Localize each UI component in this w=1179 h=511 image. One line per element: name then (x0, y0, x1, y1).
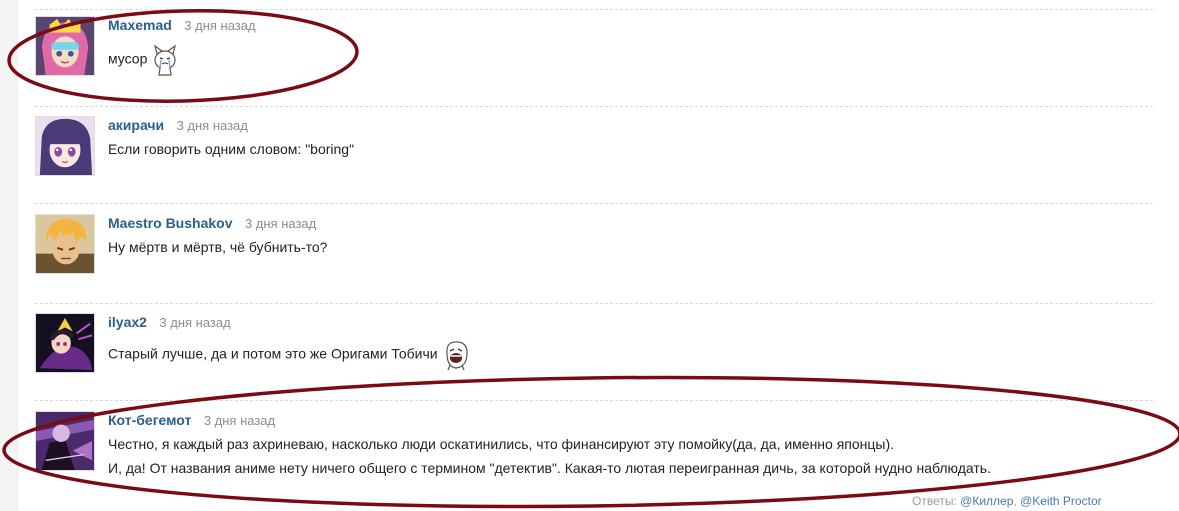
avatar[interactable] (35, 313, 95, 373)
comment-text: Ну мёртв и мёртв, чё бубнить-то? (108, 235, 327, 259)
comment-divider (35, 400, 1153, 401)
comment-divider (35, 203, 1153, 204)
comment-timestamp: 3 дня назад (203, 413, 276, 428)
comment-divider (35, 106, 1153, 107)
avatar-image (36, 17, 94, 75)
avatar-image (36, 215, 94, 273)
comment-line: Старый лучше, да и потом это же Оригами … (108, 345, 438, 362)
comment-line: И, да! От названия аниме нету ничего общ… (108, 460, 991, 476)
comment-divider (35, 9, 1153, 10)
comment-text: Если говорить одним словом: "boring" (108, 137, 354, 161)
avatar-image (36, 314, 94, 372)
comment-timestamp: 3 дня назад (159, 315, 231, 330)
left-gutter (0, 0, 18, 511)
comment-line: Честно, я каждый раз ахриневаю, наскольк… (108, 436, 895, 452)
username-link[interactable]: Кот-бегемот (108, 412, 191, 428)
comment-meta: ilyax2 3 дня назад (108, 313, 231, 332)
replies-label: Ответы: (912, 494, 957, 508)
avatar-image (36, 412, 94, 470)
username-link[interactable]: ilyax2 (108, 314, 147, 330)
comment-divider (35, 303, 1153, 304)
comment-item: Maxemad 3 дня назад мусор (35, 16, 1155, 96)
avatar-image (36, 117, 94, 175)
comment-item: Кот-бегемот 3 дня назад Честно, я каждый… (35, 411, 1155, 495)
avatar[interactable] (35, 214, 95, 274)
comment-meta: акирачи 3 дня назад (108, 116, 248, 135)
comment-line: Ну мёртв и мёртв, чё бубнить-то? (108, 239, 328, 255)
comment-meta: Maestro Bushakov 3 дня назад (108, 214, 316, 233)
comment-list: Maxemad 3 дня назад мусор акирачи 3 дня … (35, 0, 1155, 511)
comment-text: Честно, я каждый раз ахриневаю, наскольк… (108, 432, 991, 480)
comment-text: Старый лучше, да и потом это же Оригами … (108, 339, 470, 371)
comment-item: акирачи 3 дня назад Если говорить одним … (35, 116, 1155, 178)
username-link[interactable]: Maestro Bushakov (108, 215, 232, 231)
comment-text: мусор (108, 44, 179, 76)
avatar[interactable] (35, 411, 95, 471)
avatar[interactable] (35, 116, 95, 176)
comment-meta: Maxemad 3 дня назад (108, 16, 256, 35)
comment-timestamp: 3 дня назад (184, 18, 256, 33)
reply-link-keith-proctor[interactable]: @Keith Proctor (1020, 494, 1102, 508)
comment-timestamp: 3 дня назад (244, 216, 317, 231)
comment-timestamp: 3 дня назад (176, 118, 248, 133)
comment-line: мусор (108, 50, 148, 67)
laughing-face-icon (442, 339, 470, 371)
username-link[interactable]: Maxemad (108, 17, 172, 33)
comment-item: Maestro Bushakov 3 дня назад Ну мёртв и … (35, 214, 1155, 276)
reply-link-killer[interactable]: @Киллер (960, 494, 1013, 508)
comment-item: ilyax2 3 дня назад Старый лучше, да и по… (35, 313, 1155, 375)
comment-meta: Кот-бегемот 3 дня назад (108, 411, 275, 430)
avatar[interactable] (35, 16, 95, 76)
replies-line: Ответы: @Киллер, @Keith Proctor (912, 494, 1102, 508)
crying-cat-icon (151, 44, 179, 76)
comment-line: Если говорить одним словом: "boring" (108, 141, 355, 157)
username-link[interactable]: акирачи (108, 117, 164, 133)
